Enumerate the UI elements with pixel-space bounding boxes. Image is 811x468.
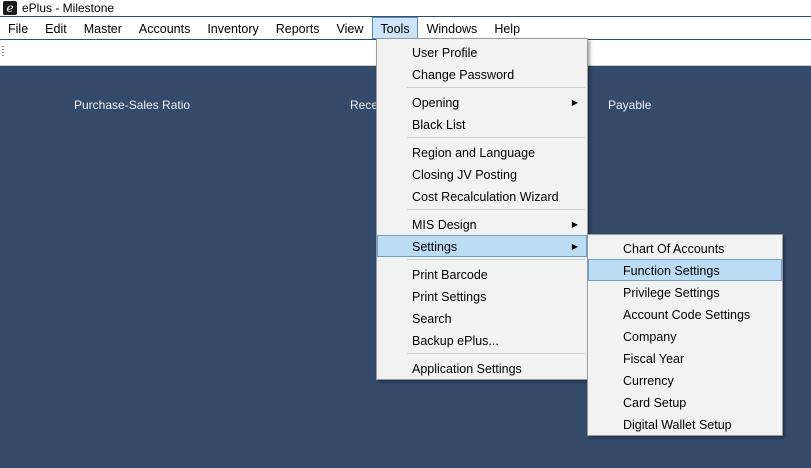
menu-item-settings[interactable]: Settings ▶	[377, 235, 587, 257]
menu-item-region-and-language[interactable]: Region and Language	[377, 141, 587, 163]
dashboard-label-payable: Payable	[608, 98, 652, 112]
submenu-item-chart-of-accounts[interactable]: Chart Of Accounts	[588, 237, 782, 259]
menu-separator	[407, 259, 585, 260]
menu-help[interactable]: Help	[486, 17, 528, 39]
menu-item-opening[interactable]: Opening ▶	[377, 91, 587, 113]
submenu-item-currency[interactable]: Currency	[588, 369, 782, 391]
menu-separator	[407, 137, 585, 138]
submenu-arrow-icon: ▶	[571, 220, 578, 229]
window-title: ePlus - Milestone	[22, 1, 115, 15]
submenu-arrow-icon: ▶	[571, 242, 578, 251]
menu-item-application-settings[interactable]: Application Settings	[377, 357, 587, 379]
menu-separator	[407, 353, 585, 354]
submenu-item-company[interactable]: Company	[588, 325, 782, 347]
menu-separator	[407, 87, 585, 88]
submenu-item-account-code-settings[interactable]: Account Code Settings	[588, 303, 782, 325]
menu-bar: File Edit Master Accounts Inventory Repo…	[0, 17, 811, 39]
dashboard-label-purchase-sales-ratio: Purchase-Sales Ratio	[74, 98, 191, 112]
menu-item-search[interactable]: Search	[377, 307, 587, 329]
submenu-item-fiscal-year[interactable]: Fiscal Year	[588, 347, 782, 369]
menu-file[interactable]: File	[0, 17, 36, 39]
menu-item-mis-design[interactable]: MIS Design ▶	[377, 213, 587, 235]
submenu-arrow-icon: ▶	[571, 98, 578, 107]
tools-dropdown-menu: User Profile Change Password Opening ▶ Bl…	[376, 38, 588, 380]
menu-item-print-barcode[interactable]: Print Barcode	[377, 263, 587, 285]
menu-item-user-profile[interactable]: User Profile	[377, 41, 587, 63]
menu-edit[interactable]: Edit	[37, 17, 75, 39]
menu-item-print-settings[interactable]: Print Settings	[377, 285, 587, 307]
menu-view[interactable]: View	[329, 17, 372, 39]
menu-item-backup-eplus[interactable]: Backup ePlus...	[377, 329, 587, 351]
menu-item-black-list[interactable]: Black List	[377, 113, 587, 135]
menu-item-label: Opening	[412, 96, 460, 110]
submenu-item-privilege-settings[interactable]: Privilege Settings	[588, 281, 782, 303]
submenu-item-function-settings[interactable]: Function Settings	[588, 259, 782, 281]
dashboard-label-receivable: Rece	[350, 98, 379, 112]
menu-item-cost-recalculation-wizard[interactable]: Cost Recalculation Wizard	[377, 185, 587, 207]
menu-reports[interactable]: Reports	[268, 17, 328, 39]
menu-accounts[interactable]: Accounts	[131, 17, 198, 39]
menu-item-label: Settings	[412, 240, 458, 254]
menu-inventory[interactable]: Inventory	[199, 17, 266, 39]
settings-submenu: Chart Of Accounts Function Settings Priv…	[587, 234, 783, 436]
menu-item-label: MIS Design	[412, 218, 477, 232]
menu-master[interactable]: Master	[76, 17, 130, 39]
menu-tools[interactable]: Tools	[372, 17, 418, 39]
menu-item-closing-jv-posting[interactable]: Closing JV Posting	[377, 163, 587, 185]
toolbar-grip-handle[interactable]	[2, 46, 4, 58]
submenu-item-digital-wallet-setup[interactable]: Digital Wallet Setup	[588, 413, 782, 435]
menu-item-change-password[interactable]: Change Password	[377, 63, 587, 85]
menu-separator	[407, 209, 585, 210]
submenu-item-card-setup[interactable]: Card Setup	[588, 391, 782, 413]
title-bar: e ePlus - Milestone	[0, 0, 811, 16]
menu-windows[interactable]: Windows	[419, 17, 486, 39]
eplus-logo-icon: e	[3, 1, 17, 15]
